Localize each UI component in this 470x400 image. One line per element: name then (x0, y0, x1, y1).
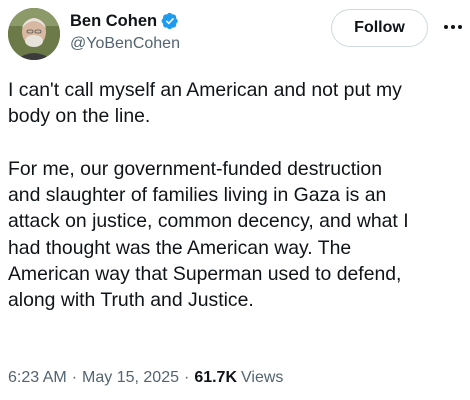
views-label[interactable]: Views (241, 369, 283, 387)
post-date[interactable]: May 15, 2025 (82, 369, 179, 387)
author-handle[interactable]: @YoBenCohen (70, 35, 180, 53)
post-time[interactable]: 6:23 AM (8, 369, 67, 387)
text-line: along with Truth and Justice. (8, 289, 254, 312)
tweet-card: Ben Cohen @YoBenCohen Follow I can't cal… (0, 0, 470, 400)
verified-badge-icon[interactable] (161, 12, 179, 30)
avatar[interactable] (8, 8, 60, 60)
text-line: For me, our government-funded destructio… (8, 157, 382, 180)
text-line: had thought was the American way. The (8, 236, 352, 259)
text-line: and slaughter of families living in Gaza… (8, 184, 387, 207)
follow-button[interactable]: Follow (331, 9, 428, 47)
display-name[interactable]: Ben Cohen (70, 12, 157, 31)
more-horizontal-icon[interactable] (440, 18, 466, 36)
text-line: attack on justice, common decency, and w… (8, 210, 409, 233)
text-line: I can't call myself an American and not … (8, 79, 402, 101)
text-line: American way that Superman used to defen… (8, 263, 402, 286)
tweet-text: I can't call myself an American and not … (8, 77, 464, 314)
author-name-row[interactable]: Ben Cohen (70, 11, 179, 31)
views-count[interactable]: 61.7K (194, 369, 237, 387)
tweet-meta: 6:23 AM · May 15, 2025 · 61.7K Views (8, 369, 283, 387)
avatar-photo-icon (8, 8, 60, 60)
meta-separator: · (71, 369, 78, 386)
text-line: body on the line. (8, 105, 151, 128)
meta-separator: · (183, 369, 190, 386)
